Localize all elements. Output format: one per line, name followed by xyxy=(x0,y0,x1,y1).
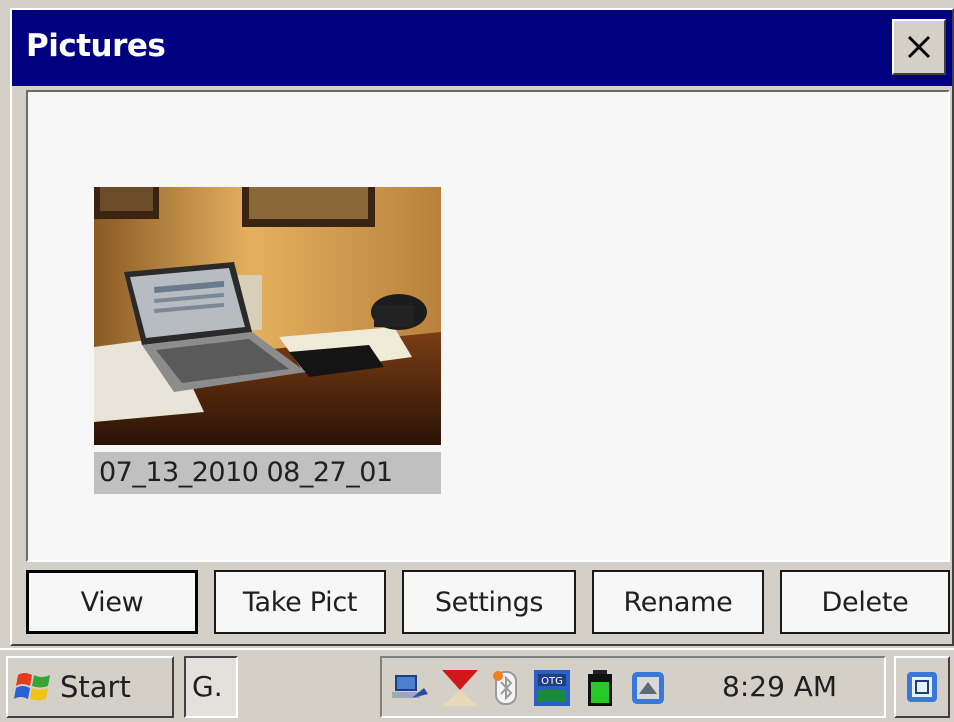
window-title: Pictures xyxy=(26,28,166,64)
windows-flag-icon xyxy=(14,673,50,701)
desktop-button[interactable] xyxy=(894,656,950,718)
pictures-window: Pictures 07_13_2010 08_27_01 View Take P… xyxy=(10,8,954,646)
close-icon xyxy=(907,35,931,59)
delete-button[interactable]: Delete xyxy=(780,570,950,634)
device-icon[interactable] xyxy=(628,668,668,708)
battery-icon[interactable] xyxy=(580,668,620,708)
svg-text:OTG: OTG xyxy=(541,676,563,687)
picture-thumbnail[interactable] xyxy=(94,187,441,445)
bluetooth-icon[interactable] xyxy=(486,668,526,708)
system-tray: OTG 8:29 AM xyxy=(380,656,886,718)
taskbar-task-item[interactable]: G. xyxy=(184,656,238,718)
desktop-icon xyxy=(907,672,937,702)
otg-client-icon[interactable]: OTG xyxy=(532,668,572,708)
picture-list-pane[interactable]: 07_13_2010 08_27_01 xyxy=(26,90,950,562)
start-label: Start xyxy=(60,670,131,704)
take-pict-button[interactable]: Take Pict xyxy=(214,570,386,634)
taskbar: Start G. OTG 8:29 AM xyxy=(0,648,954,722)
settings-button[interactable]: Settings xyxy=(402,570,576,634)
signal-icon[interactable] xyxy=(440,668,480,708)
rename-button[interactable]: Rename xyxy=(592,570,764,634)
network-icon[interactable] xyxy=(390,668,430,708)
title-bar: Pictures xyxy=(12,10,952,86)
close-button[interactable] xyxy=(892,19,946,75)
laptop-on-desk-photo xyxy=(94,187,441,445)
view-button[interactable]: View xyxy=(26,570,198,634)
picture-caption[interactable]: 07_13_2010 08_27_01 xyxy=(94,452,441,494)
start-button[interactable]: Start xyxy=(6,656,174,718)
clock[interactable]: 8:29 AM xyxy=(722,658,837,716)
